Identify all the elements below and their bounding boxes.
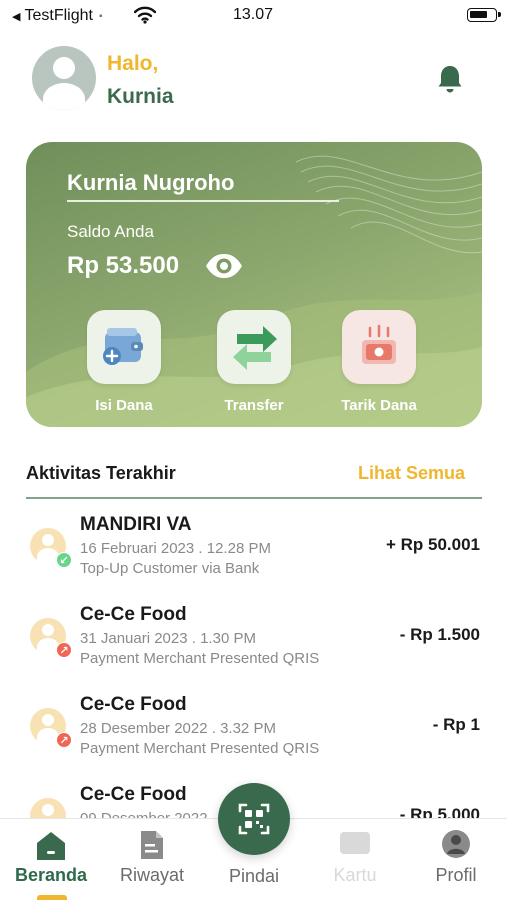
active-tab-indicator <box>37 895 67 900</box>
transaction-name: MANDIRI VA <box>80 514 192 535</box>
transaction-name: Ce-Ce Food <box>80 784 187 805</box>
activity-title: Aktivitas Terakhir <box>26 463 176 483</box>
transfer-button[interactable]: Transfer <box>209 310 299 414</box>
incoming-arrow-icon: ↙ <box>56 552 72 568</box>
transaction-date: 31 Januari 2023 . 1.30 PM <box>80 630 256 647</box>
transfer-tile <box>217 310 291 384</box>
activity-divider <box>26 497 482 499</box>
user-avatar[interactable] <box>32 46 96 110</box>
transaction-amount: - Rp 1.500 <box>399 625 480 644</box>
transaction-name: Ce-Ce Food <box>80 694 187 715</box>
battery-icon <box>467 8 501 22</box>
greeting-name: Kurnia <box>107 85 174 108</box>
transfer-arrows-icon <box>233 326 277 370</box>
back-app-label: TestFlight <box>24 7 93 24</box>
card-holder-name: Kurnia Nugroho <box>67 170 235 195</box>
transaction-description: Payment Merchant Presented QRIS <box>80 740 320 757</box>
transaction-description: Payment Merchant Presented QRIS <box>80 650 320 667</box>
cash-withdraw-icon <box>362 324 396 364</box>
home-icon <box>37 832 65 860</box>
nav-pindai-label: Pindai <box>228 866 280 886</box>
back-triangle-icon: ◀ <box>12 10 21 23</box>
signal-dot-icon: ▪ <box>98 10 103 22</box>
withdraw-label: Tarik Dana <box>341 397 417 414</box>
profile-icon <box>442 830 470 858</box>
nav-profil[interactable]: Profil <box>411 819 501 886</box>
nav-kartu-label: Kartu <box>333 865 377 885</box>
transaction-date: 28 Desember 2022 . 3.32 PM <box>80 720 276 737</box>
nav-riwayat-label: Riwayat <box>119 865 185 885</box>
status-bar: ◀ TestFlight ▪ 13.07 <box>0 0 507 32</box>
scan-qr-button[interactable] <box>218 783 290 855</box>
nav-kartu[interactable]: Kartu <box>310 819 400 886</box>
transaction-row[interactable]: ↙ MANDIRI VA 16 Februari 2023 . 12.28 PM… <box>0 514 507 598</box>
outgoing-arrow-icon: ↗ <box>56 642 72 658</box>
wallet-plus-icon <box>103 328 143 365</box>
transaction-row[interactable]: ↗ Ce-Ce Food 31 Januari 2023 . 1.30 PM P… <box>0 604 507 688</box>
outgoing-arrow-icon: ↗ <box>56 732 72 748</box>
transaction-row[interactable]: ↗ Ce-Ce Food 28 Desember 2022 . 3.32 PM … <box>0 694 507 778</box>
balance-card: Kurnia Nugroho Saldo Anda Rp 53.500 Isi … <box>26 142 482 427</box>
nav-beranda[interactable]: Beranda <box>6 819 96 886</box>
notification-bell-icon[interactable] <box>437 64 463 94</box>
nav-riwayat[interactable]: Riwayat <box>107 819 197 886</box>
topup-label: Isi Dana <box>95 397 153 414</box>
balance-amount: Rp 53.500 <box>67 252 180 279</box>
transfer-label: Transfer <box>224 397 284 414</box>
status-time: 13.07 <box>233 6 274 23</box>
topup-button[interactable]: Isi Dana <box>79 310 169 414</box>
transaction-description: Top-Up Customer via Bank <box>80 560 260 577</box>
transaction-amount: + Rp 50.001 <box>385 535 480 554</box>
see-all-link[interactable]: Lihat Semua <box>358 463 465 484</box>
transaction-name: Ce-Ce Food <box>80 604 187 625</box>
topup-tile <box>87 310 161 384</box>
show-balance-eye-icon[interactable] <box>204 252 244 280</box>
card-divider <box>67 200 339 202</box>
withdraw-tile <box>342 310 416 384</box>
withdraw-button[interactable]: Tarik Dana <box>334 310 424 414</box>
transaction-amount: - Rp 1 <box>432 715 480 734</box>
transaction-date: 16 Februari 2023 . 12.28 PM <box>80 540 271 557</box>
qr-scan-icon <box>238 803 270 835</box>
balance-label: Saldo Anda <box>67 222 154 241</box>
greeting-text: Halo, <box>107 52 159 75</box>
nav-beranda-label: Beranda <box>14 865 88 885</box>
card-icon <box>340 832 370 854</box>
document-icon <box>141 831 163 859</box>
nav-profil-label: Profil <box>435 865 477 885</box>
back-to-app-link[interactable]: ◀ TestFlight ▪ <box>12 7 102 25</box>
wifi-icon <box>134 6 156 24</box>
